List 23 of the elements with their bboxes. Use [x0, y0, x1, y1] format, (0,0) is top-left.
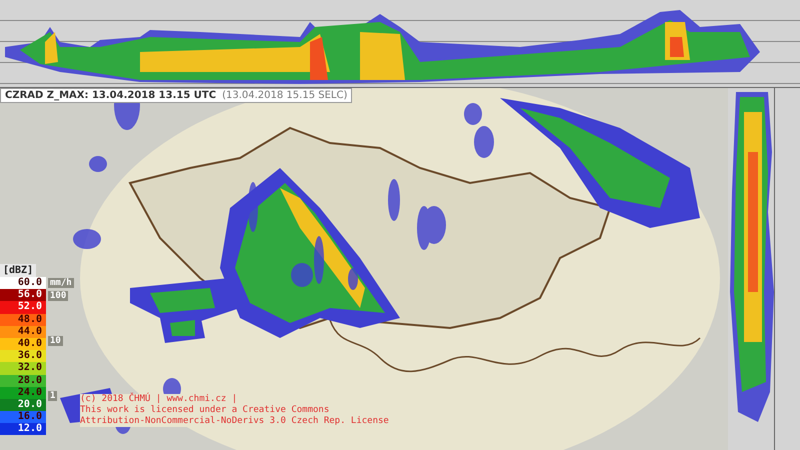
legend-entry: 52.0 — [0, 301, 46, 314]
legend-entry: 32.0 — [0, 362, 46, 374]
legend-entry: 48.0 — [0, 314, 46, 326]
license-text: Attribution-NonCommercial-NoDerivs 3.0 Czech Rep. License — [80, 416, 389, 427]
legend-entry: 40.0 — [0, 338, 46, 350]
rain-tick-label: 10 — [48, 336, 63, 346]
copyright-text: (c) 2018 ČHMÚ | www.chmi.cz | — [80, 394, 238, 405]
legend-entry: 44.0 — [0, 326, 46, 338]
radar-title: CZRAD Z_MAX: 13.04.2018 13.15 UTC — [5, 90, 216, 101]
legend-entry: 36.0 — [0, 350, 46, 362]
rain-tick-label: 1 — [48, 391, 58, 401]
rain-unit: mm/h — [48, 278, 74, 288]
legend-unit: [dBZ] — [0, 264, 36, 277]
rain-tick-label: 100 — [48, 291, 68, 301]
legend-entry: 12.0 — [0, 423, 46, 436]
legend-entry: 56.0 — [0, 289, 46, 302]
legend-entry: 20.0 — [0, 398, 46, 412]
license-text: This work is licensed under a Creative Commons — [80, 405, 330, 416]
local-time: (13.04.2018 15.15 SELC) — [222, 90, 348, 101]
legend-entry: 24.0 — [0, 386, 46, 399]
legend-entry: 16.0 — [0, 411, 46, 424]
legend-entry: 28.0 — [0, 374, 46, 387]
legend-entry: 60.0 — [0, 277, 46, 290]
